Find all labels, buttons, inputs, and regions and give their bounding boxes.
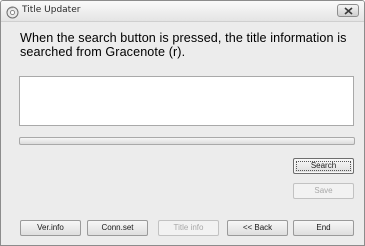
search-button[interactable]: Search [293,158,354,174]
title-result-box[interactable] [19,76,354,126]
disc-icon [6,4,19,19]
title-info-button[interactable]: Title info [158,220,219,236]
back-button[interactable]: << Back [227,220,288,236]
conn-set-button[interactable]: Conn.set [87,220,148,236]
ver-info-button[interactable]: Ver.info [20,220,81,236]
end-button[interactable]: End [293,220,354,236]
search-progress-bar [19,137,355,145]
close-icon [344,7,353,15]
title-bar: Title Updater [1,1,364,22]
app-window: Title Updater When the search button is … [0,0,365,246]
window-title: Title Updater [22,5,81,15]
save-button[interactable]: Save [293,183,354,199]
instruction-message: When the search button is pressed, the t… [20,31,347,59]
close-button[interactable] [337,4,359,17]
